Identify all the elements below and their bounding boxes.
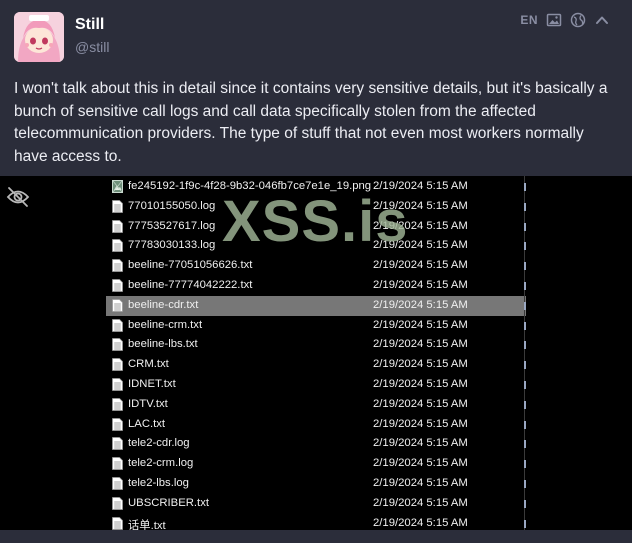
globe-icon[interactable]	[570, 12, 586, 28]
row-edge-marker	[524, 400, 526, 409]
avatar[interactable]	[14, 12, 64, 62]
row-edge-marker	[524, 282, 526, 290]
file-date-modified: 2/19/2024 5:15 AM	[373, 437, 468, 450]
file-name: beeline-crm.txt	[128, 318, 203, 331]
document-icon	[112, 417, 123, 431]
file-row[interactable]: UBSCRIBER.txt 2/19/2024 5:15 AM	[106, 494, 526, 514]
file-name: UBSCRIBER.txt	[128, 496, 209, 509]
media-attachment[interactable]: fe245192-1f9c-4f28-9b32-046fb7ce7e1e_19.…	[0, 176, 632, 530]
row-edge-marker	[524, 321, 526, 330]
column-edge-markers	[524, 176, 532, 530]
file-row[interactable]: tele2-lbs.log 2/19/2024 5:15 AM	[106, 474, 526, 494]
file-row[interactable]: 话单.txt 2/19/2024 5:15 AM	[106, 514, 526, 530]
post-header: Still @still EN	[0, 0, 632, 70]
row-edge-marker	[524, 202, 526, 211]
document-icon	[112, 259, 123, 273]
file-date-modified: 2/19/2024 5:15 AM	[373, 298, 468, 311]
row-edge-marker	[524, 420, 526, 429]
file-date-modified: 2/19/2024 5:15 AM	[373, 358, 468, 371]
file-row[interactable]: LAC.txt 2/19/2024 5:15 AM	[106, 415, 526, 435]
document-icon	[112, 219, 123, 233]
file-date-modified: 2/19/2024 5:15 AM	[373, 457, 468, 470]
avatar-image	[14, 12, 64, 62]
file-row[interactable]: IDNET.txt 2/19/2024 5:15 AM	[106, 375, 526, 395]
post-header-actions: EN	[520, 12, 610, 28]
file-name: 话单.txt	[128, 519, 166, 530]
file-date-modified: 2/19/2024 5:15 AM	[373, 378, 468, 390]
file-row[interactable]: beeline-77051056626.txt 2/19/2024 5:15 AM	[106, 256, 526, 276]
document-icon	[112, 516, 123, 530]
file-date-modified: 2/19/2024 5:15 AM	[373, 516, 468, 529]
display-name[interactable]: Still	[75, 16, 104, 34]
file-name: 77010155050.log	[128, 199, 216, 212]
file-date-modified: 2/19/2024 5:15 AM	[373, 338, 468, 351]
file-date-modified: 2/19/2024 5:15 AM	[373, 397, 468, 410]
row-edge-marker	[524, 480, 526, 488]
document-icon	[112, 477, 123, 490]
file-name: LAC.txt	[128, 417, 166, 430]
row-edge-marker	[524, 499, 526, 508]
file-row[interactable]: tele2-cdr.log 2/19/2024 5:15 AM	[106, 434, 526, 454]
post-footer-strip	[0, 530, 632, 543]
row-edge-marker	[524, 519, 526, 528]
file-date-modified: 2/19/2024 5:15 AM	[373, 279, 468, 291]
file-name: beeline-cdr.txt	[128, 298, 199, 311]
row-edge-marker	[524, 183, 526, 191]
image-icon	[546, 13, 562, 27]
language-badge: EN	[520, 13, 538, 27]
post-body-text: I won't talk about this in detail since …	[14, 80, 608, 165]
file-row[interactable]: CRM.txt 2/19/2024 5:15 AM	[106, 355, 526, 375]
file-row[interactable]: tele2-crm.log 2/19/2024 5:15 AM	[106, 454, 526, 474]
document-icon	[112, 279, 123, 292]
document-icon	[112, 378, 123, 391]
file-date-modified: 2/19/2024 5:15 AM	[373, 318, 468, 331]
row-edge-marker	[524, 361, 526, 370]
document-icon	[112, 239, 123, 253]
row-edge-marker	[524, 242, 526, 251]
row-edge-marker	[524, 301, 526, 310]
chevron-up-icon[interactable]	[594, 12, 610, 28]
row-edge-marker	[524, 440, 526, 449]
row-edge-marker	[524, 262, 526, 271]
document-icon	[112, 397, 123, 411]
row-edge-marker	[524, 341, 526, 350]
file-name: tele2-lbs.log	[128, 477, 189, 489]
document-icon	[112, 338, 123, 352]
document-icon	[112, 318, 123, 332]
row-edge-marker	[524, 460, 526, 469]
document-icon	[112, 298, 123, 312]
row-edge-marker	[524, 381, 526, 389]
file-row[interactable]: beeline-crm.txt 2/19/2024 5:15 AM	[106, 316, 526, 336]
file-name: 77783030133.log	[128, 239, 216, 252]
file-date-modified: 2/19/2024 5:15 AM	[373, 259, 468, 272]
file-name: beeline-77774042222.txt	[128, 279, 253, 291]
document-icon	[112, 496, 123, 510]
file-row[interactable]: beeline-77774042222.txt 2/19/2024 5:15 AM	[106, 276, 526, 296]
document-icon	[112, 199, 123, 213]
eye-slash-icon[interactable]	[6, 186, 30, 208]
account-handle[interactable]: @still	[75, 39, 109, 55]
file-date-modified: 2/19/2024 5:15 AM	[373, 417, 468, 430]
document-icon	[112, 358, 123, 372]
file-row[interactable]: beeline-cdr.txt 2/19/2024 5:15 AM	[106, 295, 526, 316]
file-name: beeline-lbs.txt	[128, 338, 198, 351]
file-name: tele2-crm.log	[128, 457, 194, 470]
file-name: tele2-cdr.log	[128, 437, 190, 450]
file-date-modified: 2/19/2024 5:15 AM	[373, 496, 468, 509]
row-edge-marker	[524, 222, 526, 231]
file-name: 77753527617.log	[128, 219, 216, 232]
file-name: IDNET.txt	[128, 378, 176, 390]
file-name: CRM.txt	[128, 358, 169, 371]
file-row[interactable]: beeline-lbs.txt 2/19/2024 5:15 AM	[106, 335, 526, 355]
file-row[interactable]: IDTV.txt 2/19/2024 5:15 AM	[106, 395, 526, 415]
file-name: beeline-77051056626.txt	[128, 259, 253, 272]
file-name: IDTV.txt	[128, 397, 168, 410]
file-date-modified: 2/19/2024 5:15 AM	[373, 477, 468, 489]
watermark: XSS.is	[222, 189, 409, 254]
document-icon	[112, 437, 123, 451]
image-file-icon	[112, 180, 123, 193]
document-icon	[112, 457, 123, 471]
